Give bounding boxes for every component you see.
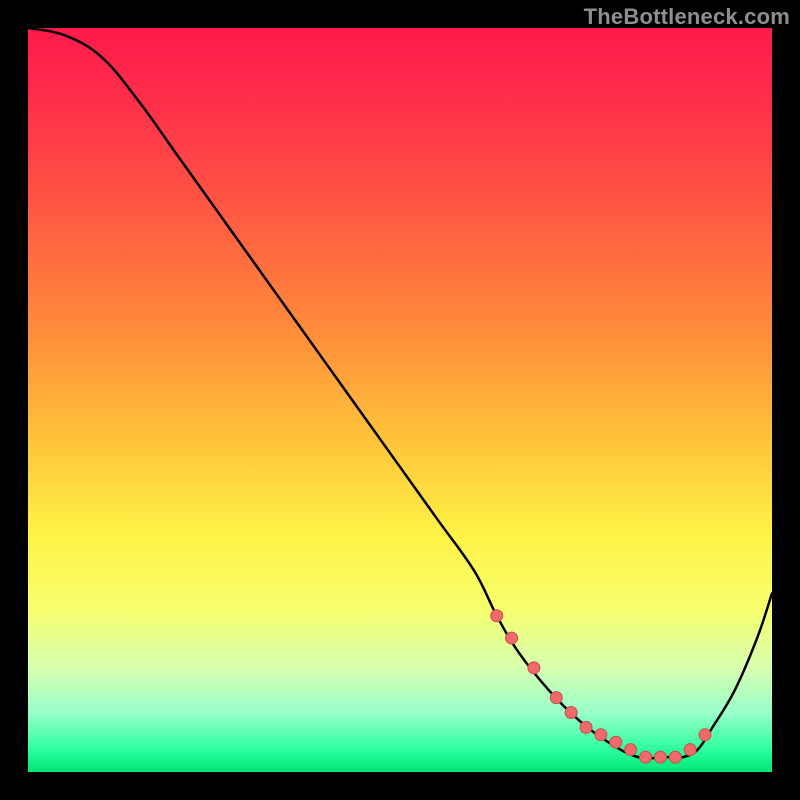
marker-point [528, 662, 540, 674]
watermark-label: TheBottleneck.com [584, 4, 790, 30]
marker-point [550, 692, 562, 704]
chart-svg [28, 28, 772, 772]
marker-point [595, 729, 607, 741]
gradient-background [28, 28, 772, 772]
marker-point [506, 632, 518, 644]
marker-point [491, 610, 503, 622]
marker-point [640, 751, 652, 763]
marker-point [625, 744, 637, 756]
marker-point [580, 721, 592, 733]
marker-point [654, 751, 666, 763]
chart-frame: TheBottleneck.com [0, 0, 800, 800]
plot-area [28, 28, 772, 772]
marker-point [684, 744, 696, 756]
marker-point [610, 736, 622, 748]
marker-point [565, 706, 577, 718]
marker-point [699, 729, 711, 741]
marker-point [669, 751, 681, 763]
